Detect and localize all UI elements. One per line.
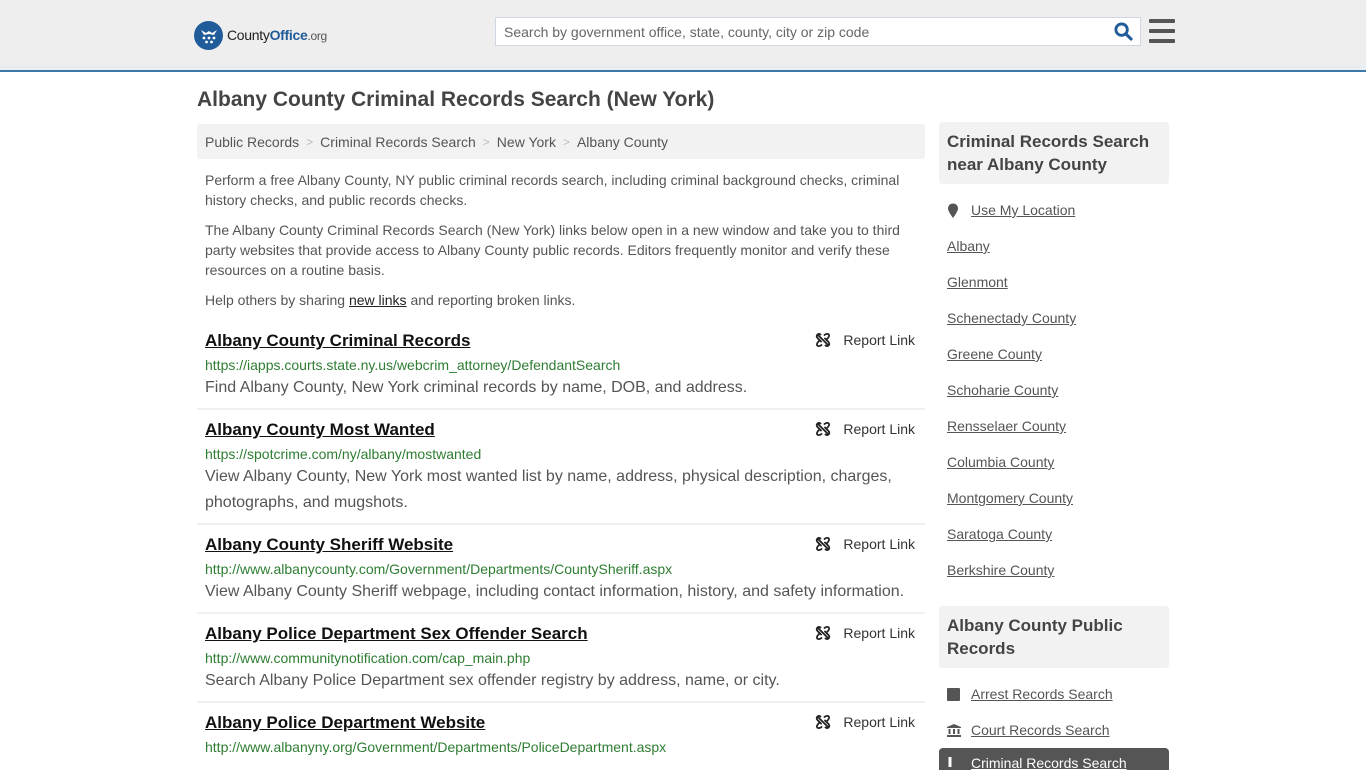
nearby-item: Schenectady County <box>947 300 1169 336</box>
result-description: Find Albany County, New York criminal re… <box>205 379 748 396</box>
intro-paragraph: Perform a free Albany County, NY public … <box>205 172 900 208</box>
result-item: Albany Police Department Website Report … <box>197 703 925 757</box>
nearby-item: Greene County <box>947 336 1169 372</box>
report-link-button[interactable]: Report Link <box>815 536 915 552</box>
result-url[interactable]: http://www.albanyny.org/Government/Depar… <box>205 737 917 757</box>
nearby-link-rensselaer-county[interactable]: Rensselaer County <box>947 418 1066 434</box>
eagle-stars-logo-icon <box>194 20 223 50</box>
sidebar: Criminal Records Search near Albany Coun… <box>939 122 1169 774</box>
result-url[interactable]: http://www.albanycounty.com/Government/D… <box>205 559 917 579</box>
result-item: Albany County Criminal Records Report Li… <box>197 321 925 410</box>
result-title-link[interactable]: Albany County Sheriff Website <box>205 534 453 556</box>
result-url[interactable]: http://www.communitynotification.com/cap… <box>205 648 917 668</box>
square-icon <box>947 687 963 701</box>
site-logo[interactable]: CountyOffice.org <box>194 20 327 50</box>
result-description: View Albany County, New York most wanted… <box>205 468 892 511</box>
exclamation-icon <box>947 753 963 770</box>
nearby-item: Saratoga County <box>947 516 1169 552</box>
breadcrumb-criminal-records-search[interactable]: Criminal Records Search <box>320 134 476 150</box>
nearby-link-albany[interactable]: Albany <box>947 238 990 254</box>
result-title-link[interactable]: Albany County Most Wanted <box>205 419 435 441</box>
nearby-item: Montgomery County <box>947 480 1169 516</box>
report-link-button[interactable]: Report Link <box>815 714 915 730</box>
report-link-button[interactable]: Report Link <box>815 332 915 348</box>
result-url[interactable]: https://iapps.courts.state.ny.us/webcrim… <box>205 355 917 375</box>
criminal-records-search-active-item[interactable]: Criminal Records Search <box>939 748 1169 770</box>
logo-text: CountyOffice.org <box>227 27 327 43</box>
nearby-item: Columbia County <box>947 444 1169 480</box>
nearby-link-greene-county[interactable]: Greene County <box>947 346 1042 362</box>
courthouse-icon <box>947 723 963 737</box>
use-my-location-link[interactable]: Use My Location <box>971 202 1075 218</box>
nearby-link-glenmont[interactable]: Glenmont <box>947 274 1008 290</box>
search-icon <box>1113 22 1133 41</box>
search-input[interactable] <box>496 18 1106 45</box>
nearby-heading: Criminal Records Search near Albany Coun… <box>939 122 1169 184</box>
breadcrumb-new-york[interactable]: New York <box>497 134 556 150</box>
nearby-link-schenectady-county[interactable]: Schenectady County <box>947 310 1076 326</box>
result-title-link[interactable]: Albany Police Department Sex Offender Se… <box>205 623 588 645</box>
arrest-records-search-link[interactable]: Arrest Records Search <box>971 686 1113 702</box>
use-my-location-item: Use My Location <box>947 192 1169 228</box>
breadcrumb-separator: > <box>482 134 490 149</box>
public-records-list: Arrest Records Search Court Records Sear… <box>939 668 1169 774</box>
page-title: Albany County Criminal Records Search (N… <box>197 88 715 111</box>
broken-link-icon <box>816 625 831 641</box>
nearby-link-schoharie-county[interactable]: Schoharie County <box>947 382 1058 398</box>
report-link-button[interactable]: Report Link <box>815 421 915 437</box>
intro-paragraph: Help others by sharing new links and rep… <box>205 292 576 308</box>
hamburger-menu-icon[interactable] <box>1149 19 1175 43</box>
nearby-item: Berkshire County <box>947 552 1169 588</box>
nearby-item: Schoharie County <box>947 372 1169 408</box>
intro-paragraph: The Albany County Criminal Records Searc… <box>205 222 900 278</box>
map-pin-icon <box>947 203 963 218</box>
result-description: Search Albany Police Department sex offe… <box>205 672 780 689</box>
new-links-link[interactable]: new links <box>349 292 407 308</box>
broken-link-icon <box>816 421 831 437</box>
broken-link-icon <box>816 332 831 348</box>
breadcrumb-albany-county[interactable]: Albany County <box>577 134 668 150</box>
result-title-link[interactable]: Albany Police Department Website <box>205 712 485 734</box>
nearby-link-berkshire-county[interactable]: Berkshire County <box>947 562 1054 578</box>
broken-link-icon <box>816 536 831 552</box>
site-header: CountyOffice.org <box>0 0 1366 72</box>
result-description: View Albany County Sheriff webpage, incl… <box>205 583 905 600</box>
nearby-link-columbia-county[interactable]: Columbia County <box>947 454 1054 470</box>
result-item: Albany County Sheriff Website Report Lin… <box>197 525 925 614</box>
results-list: Albany County Criminal Records Report Li… <box>197 321 925 757</box>
breadcrumb-public-records[interactable]: Public Records <box>205 134 299 150</box>
public-records-item: Court Records Search <box>947 712 1169 748</box>
result-item: Albany Police Department Sex Offender Se… <box>197 614 925 703</box>
nearby-item: Rensselaer County <box>947 408 1169 444</box>
nearby-link-montgomery-county[interactable]: Montgomery County <box>947 490 1073 506</box>
search-bar <box>495 17 1141 46</box>
search-button[interactable] <box>1106 18 1140 45</box>
result-title-link[interactable]: Albany County Criminal Records <box>205 330 470 352</box>
nearby-item: Glenmont <box>947 264 1169 300</box>
broken-link-icon <box>816 714 831 730</box>
public-records-heading: Albany County Public Records <box>939 606 1169 668</box>
court-records-search-link[interactable]: Court Records Search <box>971 722 1110 738</box>
report-link-button[interactable]: Report Link <box>815 625 915 641</box>
result-item: Albany County Most Wanted Report Link ht… <box>197 410 925 525</box>
public-records-item: Arrest Records Search <box>947 676 1169 712</box>
breadcrumb: Public Records > Criminal Records Search… <box>197 124 925 159</box>
breadcrumb-separator: > <box>306 134 314 149</box>
breadcrumb-separator: > <box>562 134 570 149</box>
nearby-link-saratoga-county[interactable]: Saratoga County <box>947 526 1052 542</box>
result-url[interactable]: https://spotcrime.com/ny/albany/mostwant… <box>205 444 917 464</box>
nearby-list: Use My Location Albany Glenmont Schenect… <box>939 184 1169 592</box>
intro-text: Perform a free Albany County, NY public … <box>205 170 920 320</box>
nearby-item: Albany <box>947 228 1169 264</box>
